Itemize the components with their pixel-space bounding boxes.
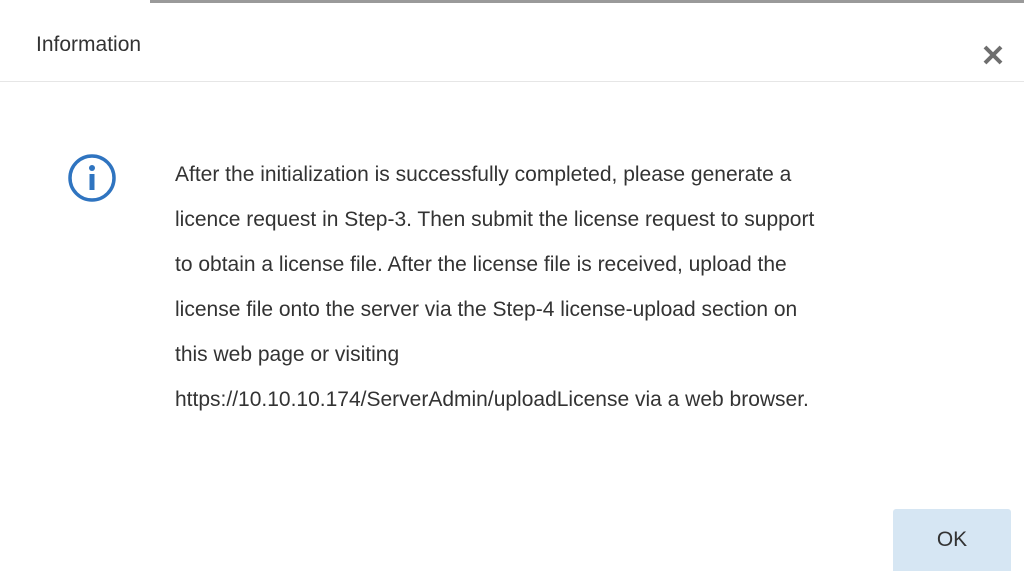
dialog-title: Information: [36, 33, 142, 56]
information-dialog: Information After the initialization is …: [0, 0, 1024, 571]
ok-button[interactable]: OK: [893, 509, 1011, 571]
message-line: to obtain a license file. After the lice…: [175, 253, 787, 276]
message-line: licence request in Step-3. Then submit t…: [175, 208, 815, 231]
close-icon: [983, 45, 1003, 65]
message-line: this web page or visiting: [175, 343, 400, 366]
message-line: https://10.10.10.174/ServerAdmin/uploadL…: [175, 388, 809, 411]
info-circle-icon: [66, 152, 118, 204]
dialog-message: After the initialization is successfully…: [175, 152, 975, 422]
dialog-header: Information: [0, 0, 1024, 82]
dialog-body: After the initialization is successfully…: [0, 82, 1024, 482]
message-line: After the initialization is successfully…: [175, 163, 792, 186]
close-button[interactable]: [978, 40, 1008, 70]
message-line: license file onto the server via the Ste…: [175, 298, 798, 321]
